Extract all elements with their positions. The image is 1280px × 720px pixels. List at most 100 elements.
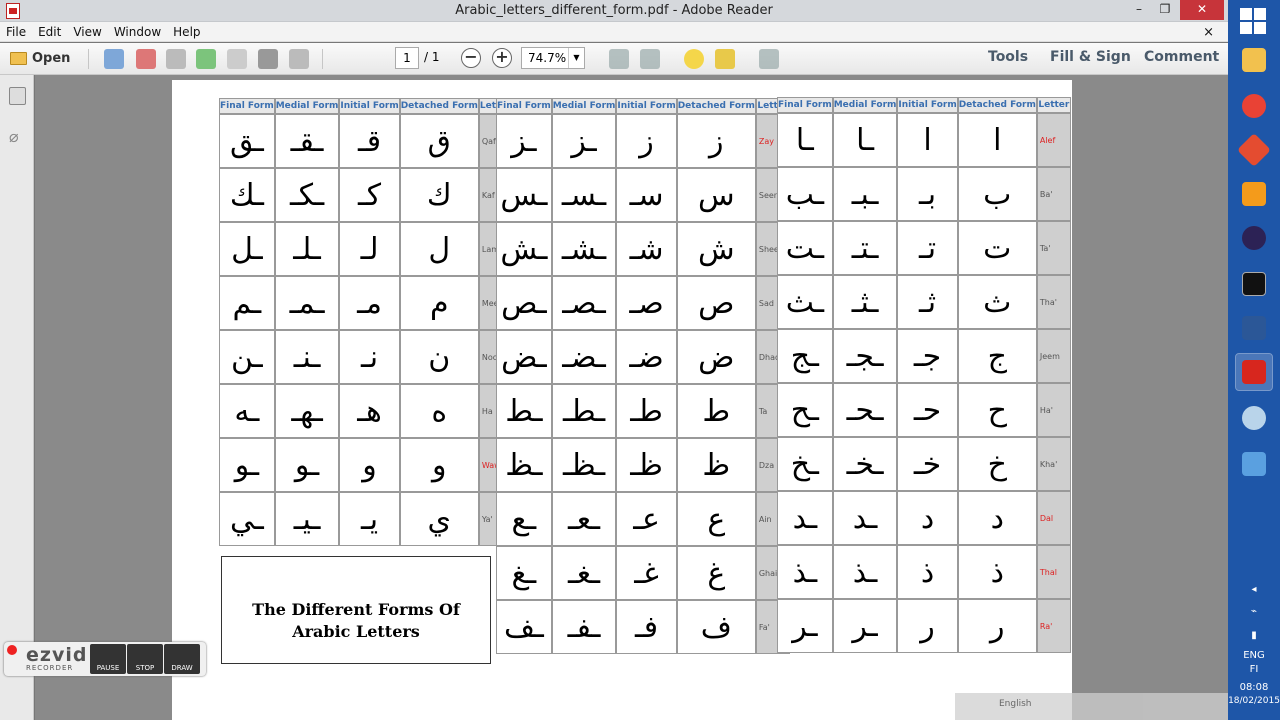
stop-button[interactable]: STOP (127, 644, 163, 674)
navigation-panel: ⌀ (0, 75, 34, 720)
eclipse-icon[interactable] (1236, 220, 1272, 256)
page-number-input[interactable]: 1 (395, 47, 419, 69)
menu-file[interactable]: File (0, 22, 32, 42)
menu-window[interactable]: Window (108, 22, 167, 42)
ezvid-sub: RECORDER (26, 664, 74, 672)
fit-page-icon[interactable] (609, 49, 629, 69)
paint-icon[interactable] (1236, 400, 1272, 436)
medial-form-cell: ـعـ (551, 492, 617, 546)
sublime-icon[interactable] (1236, 176, 1272, 212)
final-form-cell: ـت (777, 221, 833, 275)
file-explorer-icon[interactable] (1236, 42, 1272, 78)
draw-button[interactable]: DRAW (164, 644, 200, 674)
menu-edit[interactable]: Edit (32, 22, 67, 42)
final-form-cell: ـج (777, 329, 833, 383)
open-label: Open (32, 51, 71, 66)
clock-date[interactable]: 18/02/2015 (1228, 696, 1280, 706)
zoom-select[interactable]: 74.7% ▼ (521, 47, 585, 69)
separator (322, 49, 323, 69)
detached-form-cell: ع (676, 492, 756, 546)
combine-pdf-icon[interactable] (136, 49, 156, 69)
remote-desktop-icon[interactable] (1236, 446, 1272, 482)
initial-form-cell: حـ (897, 383, 958, 437)
create-pdf-icon[interactable] (104, 49, 124, 69)
col-header: Detached Form (676, 98, 756, 114)
letter-name-cell: Alef (1036, 113, 1071, 167)
letter-row: ـع ـعـ عـ ع Ain (496, 492, 790, 546)
caption-box: The Different Forms Of Arabic Letters (221, 556, 491, 664)
initial-form-cell: صـ (616, 276, 677, 330)
final-form-cell: ـع (496, 492, 552, 546)
document-close-button[interactable]: × (1197, 23, 1220, 43)
open-button[interactable]: Open (6, 48, 70, 70)
zoom-in-icon[interactable]: + (492, 48, 512, 68)
upload-cloud-icon[interactable] (196, 49, 216, 69)
initial-form-cell: فـ (616, 600, 677, 654)
medial-form-cell: ـشـ (551, 222, 617, 276)
final-form-cell: ـي (219, 492, 275, 546)
letter-name-cell: Ha' (1036, 383, 1071, 437)
tools-button[interactable]: Tools (988, 49, 1028, 65)
col-header: Final Form (496, 98, 552, 114)
edit-pdf-icon[interactable] (166, 49, 186, 69)
maximize-button[interactable]: ❐ (1150, 0, 1180, 20)
clock-time[interactable]: 08:08 (1228, 682, 1280, 693)
fullscreen-icon[interactable] (759, 49, 779, 69)
word-icon[interactable] (1236, 310, 1272, 346)
medial-form-cell: ـغـ (551, 546, 617, 600)
initial-form-cell: ا (897, 113, 958, 167)
final-form-cell: ـو (219, 438, 275, 492)
ezvid-recorder: ezvid RECORDER PAUSE STOP DRAW (4, 642, 206, 676)
sticky-note-icon[interactable] (684, 49, 704, 69)
zoom-out-icon[interactable]: − (461, 48, 481, 68)
adobe-reader-icon[interactable] (1235, 353, 1273, 391)
windows-start-icon[interactable] (1240, 8, 1266, 34)
initial-form-cell: ضـ (616, 330, 677, 384)
letter-row: ـغ ـغـ غـ غ Ghain (496, 546, 790, 600)
highlight-icon[interactable] (715, 49, 735, 69)
final-form-cell: ـد (777, 491, 833, 545)
page-thumbnails-icon[interactable] (9, 87, 26, 105)
detached-form-cell: ل (399, 222, 479, 276)
chevron-down-icon[interactable]: ▼ (568, 48, 584, 68)
final-form-cell: ـب (777, 167, 833, 221)
detached-form-cell: ظ (676, 438, 756, 492)
save-icon[interactable] (227, 49, 247, 69)
lang-fi[interactable]: FI (1228, 664, 1280, 675)
final-form-cell: ـغ (496, 546, 552, 600)
initial-form-cell: ثـ (897, 275, 958, 329)
initial-form-cell: غـ (616, 546, 677, 600)
signal-icon[interactable]: ▮ (1228, 630, 1280, 641)
network-icon[interactable]: ⌁ (1228, 606, 1280, 617)
detached-form-cell: ا (957, 113, 1037, 167)
print-icon[interactable] (258, 49, 278, 69)
lang-eng[interactable]: ENG (1228, 650, 1280, 661)
medial-form-cell: ـطـ (551, 384, 617, 438)
comment-button[interactable]: Comment (1144, 49, 1219, 65)
letter-row: ـر ـر ر ر Ra' (777, 599, 1071, 653)
pause-button[interactable]: PAUSE (90, 644, 126, 674)
detached-form-cell: ذ (957, 545, 1037, 599)
col-header: Medial Form (274, 98, 340, 114)
git-icon[interactable] (1236, 132, 1272, 168)
language-label[interactable]: English (999, 699, 1032, 709)
final-form-cell: ـح (777, 383, 833, 437)
menu-help[interactable]: Help (167, 22, 206, 42)
chrome-icon[interactable] (1236, 88, 1272, 124)
col-header: Detached Form (399, 98, 479, 114)
email-icon[interactable] (289, 49, 309, 69)
initial-form-cell: د (897, 491, 958, 545)
attachments-icon[interactable]: ⌀ (9, 127, 26, 146)
terminal-icon[interactable] (1236, 266, 1272, 302)
close-button[interactable]: ✕ (1180, 0, 1224, 20)
menu-view[interactable]: View (67, 22, 107, 42)
page-total: / 1 (424, 50, 440, 64)
tray-expand-icon[interactable]: ◂ (1228, 584, 1280, 595)
fill-sign-button[interactable]: Fill & Sign (1050, 49, 1131, 65)
initial-form-cell: خـ (897, 437, 958, 491)
detached-form-cell: ج (957, 329, 1037, 383)
letters-table-1: Final Form Medial Form Initial Form Deta… (219, 98, 512, 546)
fit-width-icon[interactable] (640, 49, 660, 69)
folder-icon (10, 52, 27, 65)
letter-row: ـذ ـذ ذ ذ Thal (777, 545, 1071, 599)
